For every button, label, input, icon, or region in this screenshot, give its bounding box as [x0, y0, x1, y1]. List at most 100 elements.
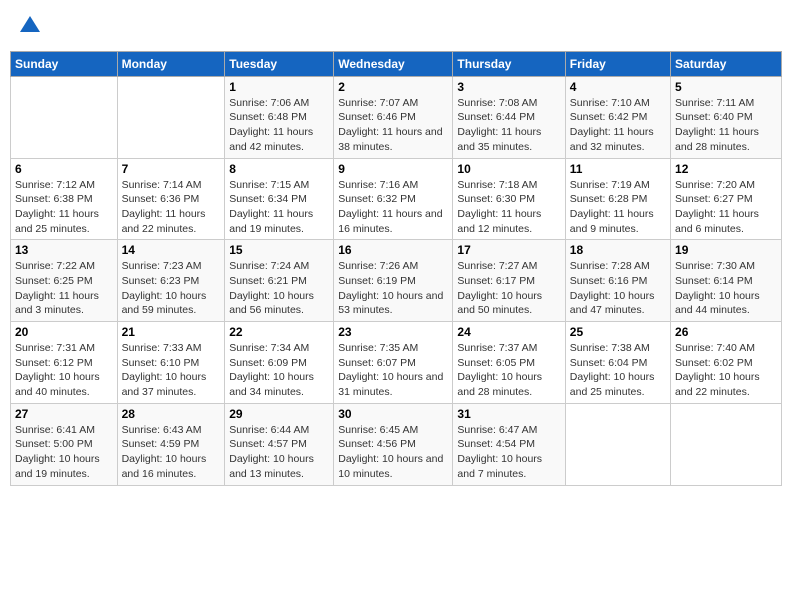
- logo-icon: [18, 14, 42, 34]
- calendar-cell: 12 Sunrise: 7:20 AM Sunset: 6:27 PM Dayli…: [671, 158, 782, 240]
- day-header-saturday: Saturday: [671, 51, 782, 76]
- day-number: 1: [229, 80, 329, 94]
- day-info: Sunrise: 7:37 AM Sunset: 6:05 PM Dayligh…: [457, 341, 560, 400]
- day-info: Sunrise: 7:40 AM Sunset: 6:02 PM Dayligh…: [675, 341, 777, 400]
- day-header-monday: Monday: [117, 51, 225, 76]
- day-info: Sunrise: 7:07 AM Sunset: 6:46 PM Dayligh…: [338, 96, 448, 155]
- day-number: 31: [457, 407, 560, 421]
- day-number: 15: [229, 243, 329, 257]
- day-header-wednesday: Wednesday: [334, 51, 453, 76]
- day-info: Sunrise: 7:26 AM Sunset: 6:19 PM Dayligh…: [338, 259, 448, 318]
- day-number: 26: [675, 325, 777, 339]
- day-header-friday: Friday: [565, 51, 670, 76]
- day-info: Sunrise: 7:28 AM Sunset: 6:16 PM Dayligh…: [570, 259, 666, 318]
- day-header-tuesday: Tuesday: [225, 51, 334, 76]
- week-row-2: 6 Sunrise: 7:12 AM Sunset: 6:38 PM Daylig…: [11, 158, 782, 240]
- week-row-1: 1 Sunrise: 7:06 AM Sunset: 6:48 PM Daylig…: [11, 76, 782, 158]
- day-info: Sunrise: 7:12 AM Sunset: 6:38 PM Dayligh…: [15, 178, 113, 237]
- day-number: 6: [15, 162, 113, 176]
- calendar-cell: 24 Sunrise: 7:37 AM Sunset: 6:05 PM Dayli…: [453, 322, 565, 404]
- day-number: 4: [570, 80, 666, 94]
- calendar-cell: 10 Sunrise: 7:18 AM Sunset: 6:30 PM Dayli…: [453, 158, 565, 240]
- day-info: Sunrise: 7:19 AM Sunset: 6:28 PM Dayligh…: [570, 178, 666, 237]
- calendar-cell: 16 Sunrise: 7:26 AM Sunset: 6:19 PM Dayli…: [334, 240, 453, 322]
- calendar-cell: 2Sunrise: 7:07 AM Sunset: 6:46 PM Daylig…: [334, 76, 453, 158]
- day-info: Sunrise: 6:43 AM Sunset: 4:59 PM Dayligh…: [122, 423, 221, 482]
- day-number: 9: [338, 162, 448, 176]
- day-number: 21: [122, 325, 221, 339]
- calendar-cell: 18 Sunrise: 7:28 AM Sunset: 6:16 PM Dayli…: [565, 240, 670, 322]
- calendar-cell: [11, 76, 118, 158]
- day-number: 22: [229, 325, 329, 339]
- calendar-cell: 7Sunrise: 7:14 AM Sunset: 6:36 PM Daylig…: [117, 158, 225, 240]
- calendar-cell: 8Sunrise: 7:15 AM Sunset: 6:34 PM Daylig…: [225, 158, 334, 240]
- day-info: Sunrise: 7:06 AM Sunset: 6:48 PM Dayligh…: [229, 96, 329, 155]
- day-number: 20: [15, 325, 113, 339]
- calendar-cell: 19 Sunrise: 7:30 AM Sunset: 6:14 PM Dayli…: [671, 240, 782, 322]
- day-info: Sunrise: 7:31 AM Sunset: 6:12 PM Dayligh…: [15, 341, 113, 400]
- calendar-cell: 15 Sunrise: 7:24 AM Sunset: 6:21 PM Dayli…: [225, 240, 334, 322]
- day-info: Sunrise: 7:23 AM Sunset: 6:23 PM Dayligh…: [122, 259, 221, 318]
- day-number: 5: [675, 80, 777, 94]
- day-info: Sunrise: 7:15 AM Sunset: 6:34 PM Dayligh…: [229, 178, 329, 237]
- calendar-cell: 23 Sunrise: 7:35 AM Sunset: 6:07 PM Dayli…: [334, 322, 453, 404]
- page-header: [10, 10, 782, 43]
- day-number: 25: [570, 325, 666, 339]
- calendar-cell: [671, 403, 782, 485]
- day-info: Sunrise: 7:20 AM Sunset: 6:27 PM Dayligh…: [675, 178, 777, 237]
- calendar-cell: 20 Sunrise: 7:31 AM Sunset: 6:12 PM Dayli…: [11, 322, 118, 404]
- day-info: Sunrise: 6:41 AM Sunset: 5:00 PM Dayligh…: [15, 423, 113, 482]
- day-info: Sunrise: 7:34 AM Sunset: 6:09 PM Dayligh…: [229, 341, 329, 400]
- day-info: Sunrise: 6:45 AM Sunset: 4:56 PM Dayligh…: [338, 423, 448, 482]
- calendar-cell: 26 Sunrise: 7:40 AM Sunset: 6:02 PM Dayli…: [671, 322, 782, 404]
- day-info: Sunrise: 7:35 AM Sunset: 6:07 PM Dayligh…: [338, 341, 448, 400]
- calendar-cell: 4 Sunrise: 7:10 AM Sunset: 6:42 PM Daylig…: [565, 76, 670, 158]
- day-number: 10: [457, 162, 560, 176]
- day-number: 14: [122, 243, 221, 257]
- day-number: 11: [570, 162, 666, 176]
- day-number: 13: [15, 243, 113, 257]
- day-info: Sunrise: 7:10 AM Sunset: 6:42 PM Dayligh…: [570, 96, 666, 155]
- week-row-4: 20 Sunrise: 7:31 AM Sunset: 6:12 PM Dayli…: [11, 322, 782, 404]
- day-number: 28: [122, 407, 221, 421]
- day-info: Sunrise: 7:22 AM Sunset: 6:25 PM Dayligh…: [15, 259, 113, 318]
- day-info: Sunrise: 7:18 AM Sunset: 6:30 PM Dayligh…: [457, 178, 560, 237]
- calendar-cell: 3 Sunrise: 7:08 AM Sunset: 6:44 PM Daylig…: [453, 76, 565, 158]
- calendar-cell: 21 Sunrise: 7:33 AM Sunset: 6:10 PM Dayli…: [117, 322, 225, 404]
- day-number: 16: [338, 243, 448, 257]
- day-number: 23: [338, 325, 448, 339]
- calendar-cell: 1 Sunrise: 7:06 AM Sunset: 6:48 PM Daylig…: [225, 76, 334, 158]
- calendar-cell: 27 Sunrise: 6:41 AM Sunset: 5:00 PM Dayli…: [11, 403, 118, 485]
- calendar-cell: 5Sunrise: 7:11 AM Sunset: 6:40 PM Daylig…: [671, 76, 782, 158]
- calendar-cell: 29Sunrise: 6:44 AM Sunset: 4:57 PM Dayli…: [225, 403, 334, 485]
- day-info: Sunrise: 7:30 AM Sunset: 6:14 PM Dayligh…: [675, 259, 777, 318]
- calendar-cell: 11 Sunrise: 7:19 AM Sunset: 6:28 PM Dayli…: [565, 158, 670, 240]
- calendar-cell: 13 Sunrise: 7:22 AM Sunset: 6:25 PM Dayli…: [11, 240, 118, 322]
- day-info: Sunrise: 7:27 AM Sunset: 6:17 PM Dayligh…: [457, 259, 560, 318]
- day-number: 30: [338, 407, 448, 421]
- calendar-cell: 17 Sunrise: 7:27 AM Sunset: 6:17 PM Dayli…: [453, 240, 565, 322]
- day-number: 3: [457, 80, 560, 94]
- day-number: 24: [457, 325, 560, 339]
- calendar-cell: 22 Sunrise: 7:34 AM Sunset: 6:09 PM Dayli…: [225, 322, 334, 404]
- day-number: 19: [675, 243, 777, 257]
- day-info: Sunrise: 7:33 AM Sunset: 6:10 PM Dayligh…: [122, 341, 221, 400]
- calendar-cell: 6 Sunrise: 7:12 AM Sunset: 6:38 PM Daylig…: [11, 158, 118, 240]
- calendar-cell: 9 Sunrise: 7:16 AM Sunset: 6:32 PM Daylig…: [334, 158, 453, 240]
- day-info: Sunrise: 7:08 AM Sunset: 6:44 PM Dayligh…: [457, 96, 560, 155]
- day-number: 27: [15, 407, 113, 421]
- calendar-cell: 28 Sunrise: 6:43 AM Sunset: 4:59 PM Dayli…: [117, 403, 225, 485]
- day-number: 17: [457, 243, 560, 257]
- day-number: 12: [675, 162, 777, 176]
- calendar-cell: [117, 76, 225, 158]
- calendar-cell: 31 Sunrise: 6:47 AM Sunset: 4:54 PM Dayli…: [453, 403, 565, 485]
- calendar-cell: 25Sunrise: 7:38 AM Sunset: 6:04 PM Dayli…: [565, 322, 670, 404]
- week-row-3: 13 Sunrise: 7:22 AM Sunset: 6:25 PM Dayli…: [11, 240, 782, 322]
- day-info: Sunrise: 7:16 AM Sunset: 6:32 PM Dayligh…: [338, 178, 448, 237]
- day-number: 18: [570, 243, 666, 257]
- calendar-table: SundayMondayTuesdayWednesdayThursdayFrid…: [10, 51, 782, 486]
- day-info: Sunrise: 6:47 AM Sunset: 4:54 PM Dayligh…: [457, 423, 560, 482]
- day-header-sunday: Sunday: [11, 51, 118, 76]
- day-info: Sunrise: 7:24 AM Sunset: 6:21 PM Dayligh…: [229, 259, 329, 318]
- logo: [16, 14, 42, 39]
